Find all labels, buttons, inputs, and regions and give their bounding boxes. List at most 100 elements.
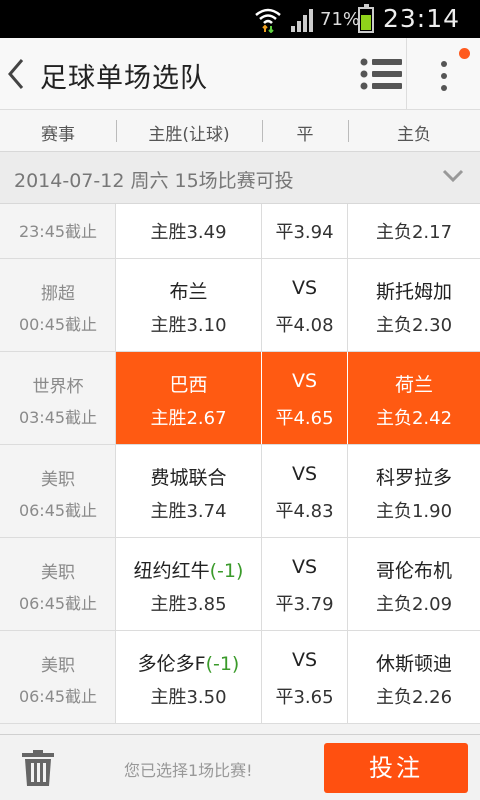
draw-option[interactable]: VS 平4.65	[262, 352, 348, 444]
match-info: 挪超 00:45截止	[0, 259, 116, 351]
away-odd: 主负2.26	[375, 687, 453, 708]
match-row: 美职 06:45截止 纽约红牛(-1) 主胜3.85 VS 平3.79 哥伦布机…	[0, 538, 480, 631]
vs-label: VS	[291, 370, 318, 392]
page-title: 足球单场选队	[40, 63, 208, 94]
match-row-selected: 世界杯 03:45截止 巴西 主胜2.67 VS 平4.65 荷兰 主负2.42	[0, 352, 480, 445]
wifi-icon	[255, 8, 281, 33]
signal-icon	[291, 9, 313, 32]
handicap-label: (-1)	[205, 653, 240, 675]
league-label: 世界杯	[32, 377, 84, 397]
selection-count-text: 您已选择1场比赛!	[124, 761, 253, 780]
deadline-label: 06:45截止	[18, 687, 98, 706]
trash-icon[interactable]	[20, 749, 56, 787]
match-row: 美职 06:45截止 费城联合 主胜3.74 VS 平4.83 科罗拉多 主负1…	[0, 445, 480, 538]
vs-label: VS	[291, 463, 318, 485]
home-win-option[interactable]: 布兰 主胜3.10	[116, 259, 262, 351]
home-odd: 主胜3.85	[150, 594, 227, 615]
away-win-option[interactable]: 主负2.17	[348, 204, 480, 258]
more-vertical-icon[interactable]	[430, 54, 458, 98]
vs-label: VS	[291, 277, 318, 299]
battery-icon	[358, 4, 374, 33]
bottom-bar: 您已选择1场比赛! 投注	[0, 734, 480, 800]
title-bar: 足球单场选队	[0, 38, 480, 110]
draw-option[interactable]: VS 平4.83	[262, 445, 348, 537]
column-header: 赛事 主胜(让球) 平 主负	[0, 110, 480, 152]
match-row: 23:45截止 主胜3.49 平3.94 主负2.17	[0, 204, 480, 259]
draw-odd: 平4.65	[275, 408, 334, 429]
draw-option[interactable]: VS 平3.65	[262, 631, 348, 723]
away-team: 哥伦布机	[375, 560, 452, 582]
match-info: 美职 06:45截止	[0, 538, 116, 630]
col-home: 主胜(让球)	[148, 125, 230, 145]
date-group-header[interactable]: 2014-07-12 周六 15场比赛可投	[0, 152, 480, 204]
handicap-label: (-1)	[209, 560, 244, 582]
draw-odd: 平3.94	[275, 222, 334, 243]
col-league: 赛事	[41, 125, 75, 145]
col-draw: 平	[296, 125, 314, 145]
deadline-label: 00:45截止	[18, 315, 98, 334]
battery-percent: 71%	[320, 9, 361, 30]
match-info: 美职 06:45截止	[0, 445, 116, 537]
home-win-option[interactable]: 巴西 主胜2.67	[116, 352, 262, 444]
home-team: 费城联合	[150, 467, 227, 489]
away-win-option[interactable]: 斯托姆加 主负2.30	[348, 259, 480, 351]
home-win-option[interactable]: 费城联合 主胜3.74	[116, 445, 262, 537]
deadline-label: 23:45截止	[18, 222, 98, 241]
away-win-option[interactable]: 哥伦布机 主负2.09	[348, 538, 480, 630]
away-odd: 主负2.09	[375, 594, 453, 615]
match-list: 23:45截止 主胜3.49 平3.94 主负2.17 挪超 00:45截止 布…	[0, 204, 480, 734]
draw-odd: 平3.65	[275, 687, 334, 708]
draw-option[interactable]: 平3.94	[262, 204, 348, 258]
match-info: 世界杯 03:45截止	[0, 352, 116, 444]
league-label: 美职	[41, 563, 75, 583]
league-label: 美职	[41, 470, 75, 490]
list-menu-icon[interactable]	[360, 56, 404, 92]
back-arrow-icon[interactable]	[2, 54, 32, 94]
away-odd: 主负2.30	[375, 315, 453, 336]
home-team-with-handicap: 多伦多F(-1)	[116, 649, 261, 676]
vs-label: VS	[291, 556, 318, 578]
home-win-option[interactable]: 主胜3.49	[116, 204, 262, 258]
deadline-label: 06:45截止	[18, 501, 98, 520]
home-team: 多伦多F	[137, 653, 206, 675]
away-win-option[interactable]: 休斯顿迪 主负2.26	[348, 631, 480, 723]
match-row: 美职 06:45截止 多伦多F(-1) 主胜3.50 VS 平3.65 休斯顿迪…	[0, 631, 480, 724]
deadline-label: 03:45截止	[18, 408, 98, 427]
home-win-option[interactable]: 多伦多F(-1) 主胜3.50	[116, 631, 262, 723]
bet-button[interactable]: 投注	[324, 743, 468, 793]
draw-odd: 平4.08	[275, 315, 334, 336]
match-info: 23:45截止	[0, 204, 116, 258]
home-team: 纽约红牛	[133, 560, 210, 582]
away-win-option[interactable]: 荷兰 主负2.42	[348, 352, 480, 444]
draw-option[interactable]: VS 平4.08	[262, 259, 348, 351]
home-odd: 主胜3.49	[150, 222, 227, 243]
match-row: 挪超 00:45截止 布兰 主胜3.10 VS 平4.08 斯托姆加 主负2.3…	[0, 259, 480, 352]
divider	[406, 38, 407, 110]
vs-label: VS	[291, 649, 318, 671]
home-odd: 主胜3.74	[150, 501, 227, 522]
home-team: 布兰	[169, 281, 208, 303]
away-odd: 主负2.42	[375, 408, 453, 429]
match-info: 美职 06:45截止	[0, 631, 116, 723]
date-group-label: 2014-07-12 周六 15场比赛可投	[14, 170, 294, 192]
draw-option[interactable]: VS 平3.79	[262, 538, 348, 630]
chevron-down-icon[interactable]	[442, 168, 464, 184]
status-bar: 71% 23:14	[0, 0, 480, 38]
home-odd: 主胜3.10	[150, 315, 227, 336]
away-team: 荷兰	[394, 374, 433, 396]
away-team: 休斯顿迪	[375, 653, 452, 675]
deadline-label: 06:45截止	[18, 594, 98, 613]
home-odd: 主胜3.50	[150, 687, 227, 708]
away-odd: 主负1.90	[375, 501, 453, 522]
draw-odd: 平3.79	[275, 594, 334, 615]
home-team-with-handicap: 纽约红牛(-1)	[116, 556, 261, 583]
clock: 23:14	[383, 4, 461, 33]
col-away: 主负	[397, 125, 431, 145]
league-label: 挪超	[41, 284, 75, 304]
away-win-option[interactable]: 科罗拉多 主负1.90	[348, 445, 480, 537]
away-team: 斯托姆加	[375, 281, 452, 303]
league-label: 美职	[41, 656, 75, 676]
home-odd: 主胜2.67	[150, 408, 227, 429]
home-team: 巴西	[169, 374, 208, 396]
home-win-option[interactable]: 纽约红牛(-1) 主胜3.85	[116, 538, 262, 630]
